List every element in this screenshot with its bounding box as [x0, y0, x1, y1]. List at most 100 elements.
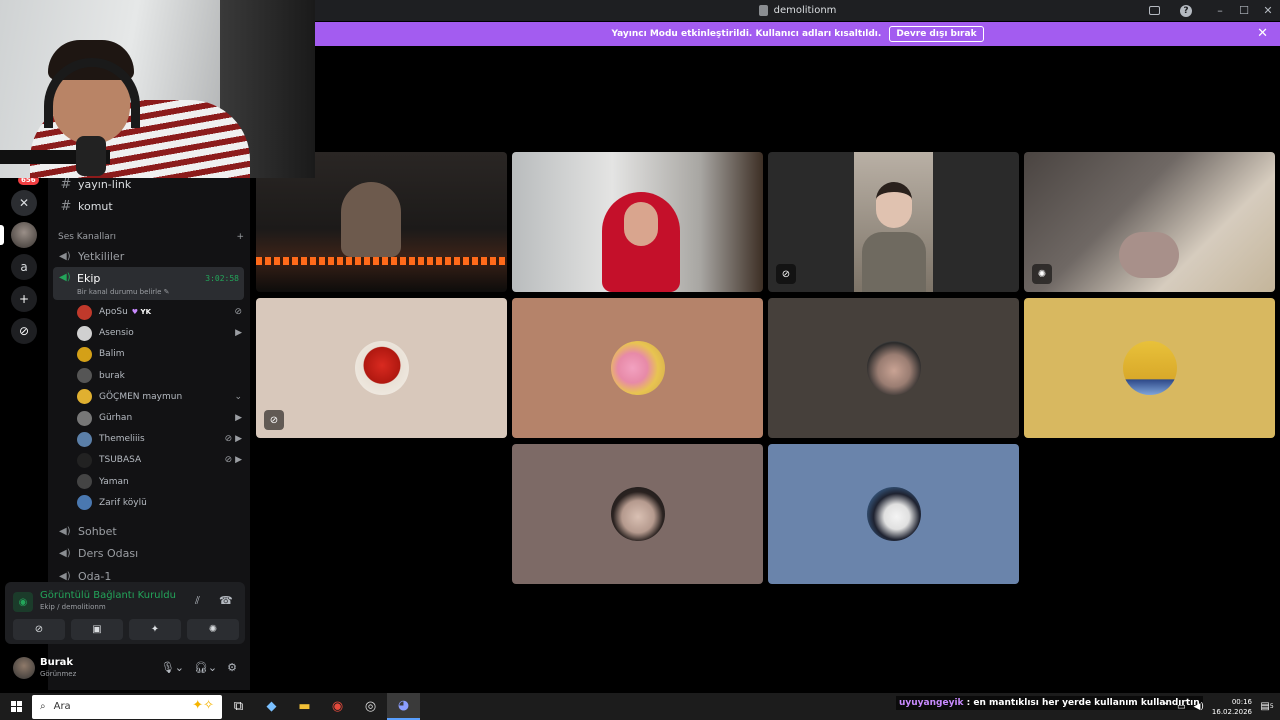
- voice-status-title[interactable]: Görüntülü Bağlantı Kuruldu: [40, 590, 176, 601]
- noise-suppression-icon[interactable]: ⫽: [195, 594, 200, 608]
- help-button[interactable]: ?: [1174, 0, 1198, 21]
- participant-face: [876, 182, 912, 228]
- video-tile-avatar-2[interactable]: [512, 298, 763, 438]
- voice-member[interactable]: GÖÇMEN maymun ⌄: [77, 387, 242, 407]
- file-explorer-icon[interactable]: ▬: [288, 693, 321, 720]
- video-tile-avatar-1[interactable]: ⊘: [256, 298, 507, 438]
- windows-logo-icon: [10, 701, 22, 712]
- participant-body: [862, 232, 926, 292]
- channel-status[interactable]: Bir kanal durumu belirle ✎: [77, 288, 170, 296]
- member-name: Themeliiis: [99, 434, 145, 445]
- channel-komut[interactable]: # komut: [48, 196, 248, 216]
- voice-channel-yetkililer[interactable]: ◀) Yetkililer: [48, 246, 248, 266]
- participant-avatar: [610, 487, 665, 541]
- participant-avatar: [1122, 341, 1177, 395]
- video-tile-avatar-4[interactable]: [1024, 298, 1275, 438]
- task-view-icon[interactable]: ⧉: [222, 693, 255, 720]
- obs-icon[interactable]: ◎: [354, 693, 387, 720]
- microphone-icon[interactable]: 🎙︎⌄: [161, 661, 184, 674]
- server-x[interactable]: ✕: [11, 190, 37, 216]
- search-icon: ⌕: [40, 701, 46, 712]
- settings-gear-icon[interactable]: ⚙: [227, 661, 237, 674]
- camera-toggle-button[interactable]: ⊘: [13, 619, 65, 640]
- member-avatar: [77, 389, 92, 405]
- tray-chevron-icon[interactable]: ⌃: [1161, 702, 1169, 712]
- speaker-icon: ◀): [59, 570, 71, 582]
- disconnect-icon[interactable]: ☎: [219, 594, 233, 607]
- member-avatar: [77, 346, 92, 362]
- voice-channel-ders-odasi[interactable]: ◀) Ders Odası: [48, 543, 248, 563]
- maximize-button[interactable]: ☐: [1232, 0, 1256, 21]
- video-tile-avatar-5[interactable]: [512, 444, 763, 584]
- copilot-icon[interactable]: ◆: [255, 693, 288, 720]
- headphones-icon[interactable]: 🎧︎⌄: [194, 661, 217, 674]
- voice-member[interactable]: Yaman: [77, 472, 242, 492]
- server-a[interactable]: a: [11, 254, 37, 280]
- taskbar-search[interactable]: ⌕ Ara ✦✧: [32, 694, 222, 719]
- speaker-icon: ◀): [59, 525, 71, 537]
- participant-avatar: [866, 487, 921, 541]
- title-bar: demolitionm ? – ☐ ✕: [315, 0, 1280, 21]
- chrome-icon[interactable]: ◉: [321, 693, 354, 720]
- voice-member[interactable]: Balim: [77, 344, 242, 364]
- member-status-icons: ▶: [235, 328, 242, 339]
- windows-taskbar: ⌕ Ara ✦✧ ⧉ ◆ ▬ ◉ ◎ ◕ uyuyangeyik : en ma…: [0, 693, 1280, 720]
- voice-section-header[interactable]: Ses Kanalları +: [58, 232, 244, 242]
- video-tile-camera-3[interactable]: ⊘: [768, 152, 1019, 292]
- discord-taskbar-icon[interactable]: ◕: [387, 693, 420, 720]
- video-tile-camera-4[interactable]: ✺: [1024, 152, 1275, 292]
- user-avatar[interactable]: [13, 657, 35, 679]
- add-channel-icon[interactable]: +: [236, 232, 244, 242]
- voice-action-buttons: ⊘ ▣ ✦ ✺: [13, 619, 239, 640]
- tray-clock[interactable]: 00:16 16.02.2026: [1212, 697, 1252, 717]
- deafened-icon: ✺: [1032, 264, 1052, 284]
- speaker-icon: ◀): [59, 547, 71, 559]
- inbox-button[interactable]: [1142, 0, 1166, 21]
- close-window-button[interactable]: ✕: [1256, 0, 1280, 21]
- participant-figure: [341, 182, 401, 257]
- notification-icon[interactable]: ▤ 5: [1260, 700, 1274, 714]
- video-tile-camera-2[interactable]: [512, 152, 763, 292]
- voice-member[interactable]: Themeliiis ⊘ ▶: [77, 429, 242, 449]
- soundboard-button[interactable]: ✺: [187, 619, 239, 640]
- screen-share-button[interactable]: ▣: [71, 619, 123, 640]
- search-highlight-icon: ✦✧: [192, 697, 214, 713]
- voice-member[interactable]: Zarif köylü: [77, 493, 242, 513]
- user-status: Görünmez: [40, 670, 77, 678]
- signal-icon[interactable]: ◉: [13, 592, 33, 612]
- video-tile-avatar-3[interactable]: [768, 298, 1019, 438]
- banner-close-icon[interactable]: ✕: [1257, 26, 1268, 41]
- disable-streamer-mode-button[interactable]: Devre dışı bırak: [889, 26, 984, 42]
- user-controls: 🎙︎⌄ 🎧︎⌄ ⚙: [161, 661, 237, 674]
- hash-icon: #: [60, 176, 72, 192]
- member-avatar: [77, 325, 92, 341]
- banner-text: Yayıncı Modu etkinleştirildi. Kullanıcı …: [611, 29, 882, 39]
- activities-button[interactable]: ✦: [129, 619, 181, 640]
- voice-member[interactable]: burak: [77, 366, 242, 386]
- start-button[interactable]: [0, 693, 32, 720]
- voice-member[interactable]: ApoSu ♥ YK ⊘: [77, 302, 242, 322]
- voice-member[interactable]: TSUBASA ⊘ ▶: [77, 450, 242, 470]
- voice-channel-sohbet[interactable]: ◀) Sohbet: [48, 521, 248, 541]
- voice-member[interactable]: Asensio ▶: [77, 323, 242, 343]
- voice-member[interactable]: Gürhan ▶: [77, 408, 242, 428]
- member-name: GÖÇMEN maymun: [99, 391, 183, 402]
- help-icon: ?: [1180, 4, 1192, 17]
- explore-icon[interactable]: ⊘: [11, 318, 37, 344]
- member-status-icons: ⊘ ▶: [224, 455, 242, 466]
- video-tile-avatar-6[interactable]: [768, 444, 1019, 584]
- user-name[interactable]: Burak: [40, 657, 73, 668]
- network-icon[interactable]: ▭: [1177, 702, 1186, 712]
- voice-channel-ekip[interactable]: ◀) Ekip 3:02:58 Bir kanal durumu belirle…: [53, 267, 244, 300]
- volume-icon[interactable]: ◀): [1193, 702, 1203, 712]
- member-name: Gürhan: [99, 413, 133, 423]
- member-name: Yaman: [99, 476, 129, 487]
- minimize-button[interactable]: –: [1208, 0, 1232, 21]
- participant-avatar: [354, 341, 409, 395]
- server-active[interactable]: [0, 222, 37, 248]
- keyboard-glow: [256, 257, 507, 265]
- voice-status-subtitle: Ekip / demolitionm: [40, 603, 106, 611]
- member-name: TSUBASA: [99, 455, 142, 466]
- add-server-icon[interactable]: +: [11, 286, 37, 312]
- muted-mic-icon: ⊘: [264, 410, 284, 430]
